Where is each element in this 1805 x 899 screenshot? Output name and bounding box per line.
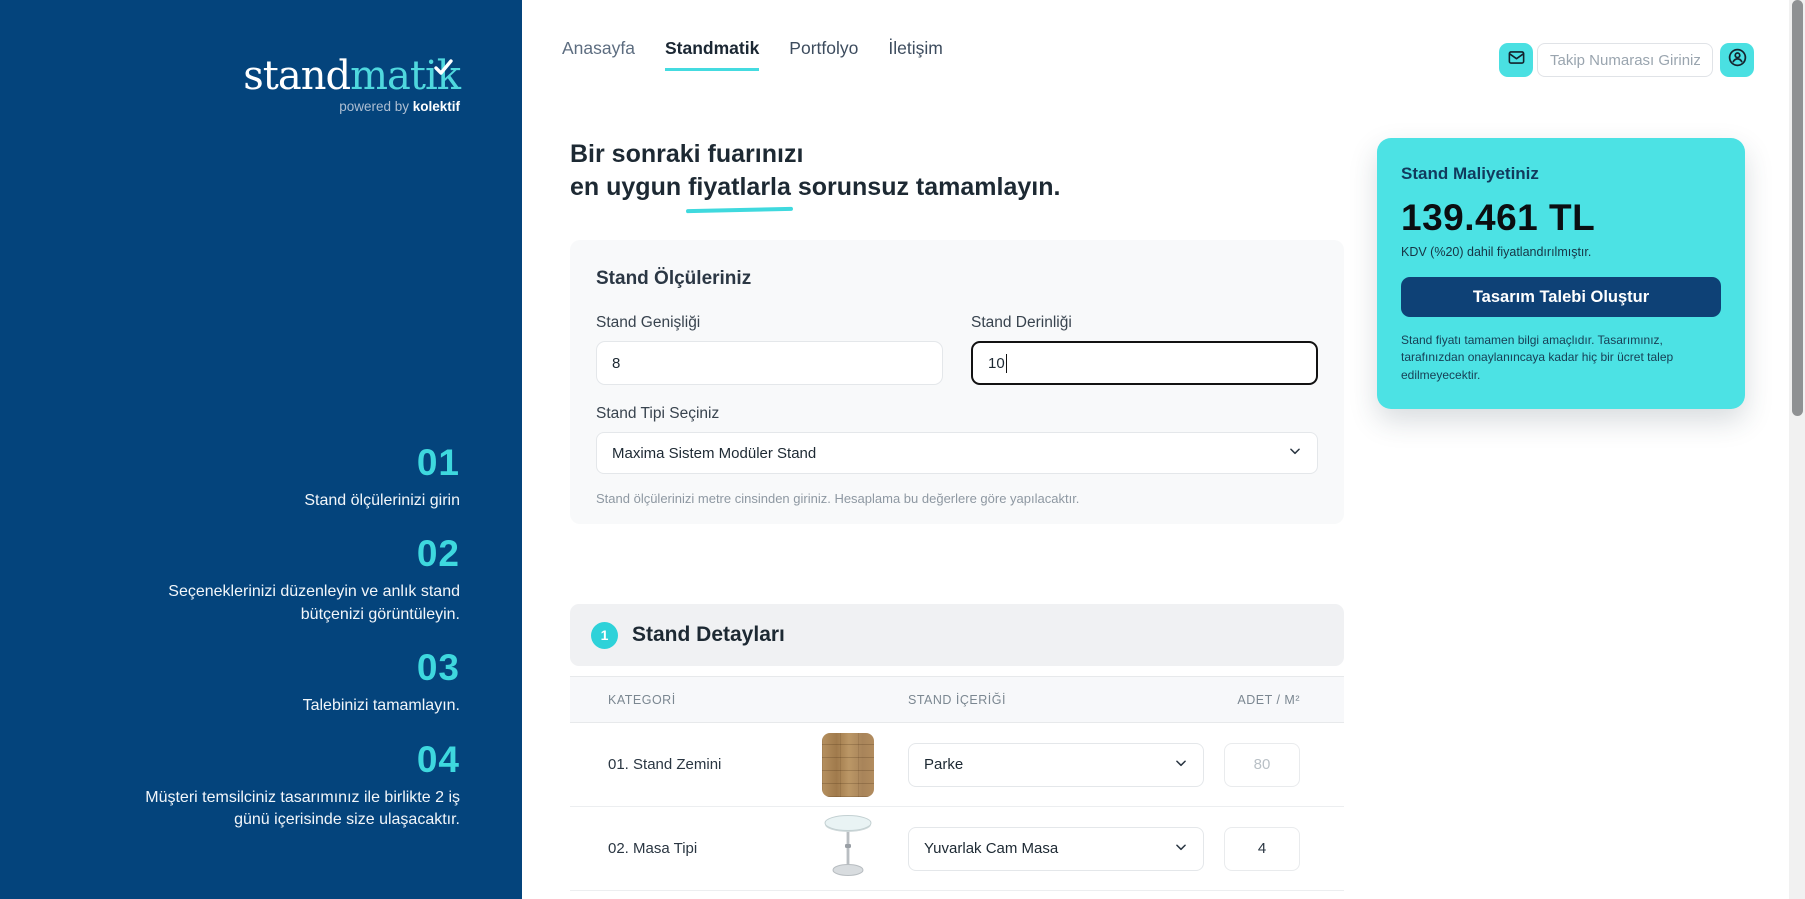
measurements-help-text: Stand ölçülerinizi metre cinsinden girin… — [596, 491, 1080, 506]
column-stand-icerigi: STAND İÇERİĞİ — [908, 692, 1006, 707]
step-3-number: 03 — [416, 647, 460, 689]
table-row-masa-tipi: 02. Masa Tipi Yuvarlak Cam Masa 4 — [570, 807, 1344, 891]
stand-type-value: Maxima Sistem Modüler Stand — [612, 444, 817, 462]
nav-item-portfolyo[interactable]: Portfolyo — [789, 38, 858, 68]
stand-zemini-select[interactable]: Parke — [908, 742, 1204, 787]
standmatik-page: standmatik powered by kolektif 01 Stand … — [0, 0, 1805, 899]
details-header: 1 Stand Detayları — [570, 604, 1344, 666]
step-2-text: Seçeneklerinizi düzenleyin ve anlık stan… — [168, 583, 460, 623]
column-kategori: KATEGORİ — [608, 692, 676, 707]
logo-check-icon — [434, 43, 454, 83]
cost-vat-note: KDV (%20) dahil fiyatlandırılmıştır. — [1401, 245, 1592, 259]
width-value: 8 — [612, 354, 621, 372]
cost-amount: 139.461 TL — [1401, 197, 1596, 238]
hero-line2-suffix: sorunsuz tamamlayın. — [790, 173, 1061, 201]
stand-type-select[interactable]: Maxima Sistem Modüler Stand — [596, 432, 1318, 474]
step-1-number: 01 — [416, 442, 460, 483]
envelope-icon — [1507, 48, 1526, 72]
measurements-panel: Stand Ölçüleriniz Stand Genişliği 8 Stan… — [570, 240, 1344, 524]
text-cursor — [1005, 353, 1008, 373]
masa-tipi-value: Yuvarlak Cam Masa — [924, 840, 1059, 857]
stand-type-label: Stand Tipi Seçiniz — [596, 405, 720, 422]
hero-line2-prefix: en uygun — [570, 173, 689, 201]
chevron-down-icon — [1174, 840, 1188, 858]
width-label: Stand Genişliği — [596, 314, 701, 331]
depth-label: Stand Derinliği — [971, 314, 1072, 331]
nav-item-anasayfa[interactable]: Anasayfa — [562, 38, 635, 68]
cost-panel: Stand Maliyetiniz 139.461 TL KDV (%20) d… — [1377, 138, 1745, 409]
depth-value: 10 — [988, 354, 1005, 372]
account-circle-icon — [1727, 47, 1748, 73]
page-scrollbar-track[interactable] — [1789, 0, 1805, 899]
step-2-number: 02 — [416, 533, 460, 575]
stand-zemini-value: Parke — [924, 756, 964, 773]
brand-tagline: powered by kolektif — [243, 99, 460, 114]
stand-zemini-qty-input[interactable]: 80 — [1224, 742, 1300, 787]
create-design-request-button[interactable]: Tasarım Talebi Oluştur — [1401, 277, 1721, 317]
table-row-stand-zemini: 01. Stand Zemini Parke 80 — [570, 723, 1344, 807]
mail-button[interactable] — [1499, 43, 1533, 77]
step-4-number: 04 — [416, 738, 460, 780]
main-nav: Anasayfa Standmatik Portfolyo İletişim — [562, 38, 943, 71]
masa-tipi-select[interactable]: Yuvarlak Cam Masa — [908, 826, 1204, 871]
page-scrollbar-thumb[interactable] — [1792, 0, 1803, 416]
cost-title: Stand Maliyetiniz — [1401, 164, 1539, 183]
chevron-down-icon — [1288, 444, 1302, 462]
row-category: 01. Stand Zemini — [608, 756, 722, 773]
depth-input[interactable]: 10 — [971, 341, 1318, 385]
step-1-text: Stand ölçülerinizi girin — [304, 492, 460, 509]
width-input[interactable]: 8 — [596, 341, 943, 385]
details-title: Stand Detayları — [632, 623, 785, 646]
step-badge: 1 — [591, 621, 618, 649]
hero-highlight: fiyatlarla — [688, 171, 791, 204]
nav-item-iletisim[interactable]: İletişim — [888, 38, 942, 68]
stand-details-panel: 1 Stand Detayları KATEGORİ STAND İÇERİĞİ… — [570, 604, 1344, 891]
tagline-prefix: powered by — [339, 99, 413, 114]
hero-line1: Bir sonraki fuarınızı — [570, 140, 804, 168]
column-adet-m2: ADET / M² — [1237, 692, 1300, 707]
parquet-wood-thumbnail — [822, 732, 874, 797]
account-button[interactable] — [1720, 43, 1754, 77]
tagline-brand: kolektif — [412, 99, 460, 114]
brand-name-primary: stand — [243, 53, 351, 99]
step-4-text: Müşteri temsilciniz tasarımınız ile birl… — [145, 788, 460, 828]
step-3-text: Talebinizi tamamlayın. — [302, 697, 460, 715]
tracking-number-input[interactable] — [1537, 43, 1713, 77]
glass-round-table-thumbnail — [822, 814, 874, 883]
steps-list: 01 Stand ölçülerinizi girin 02 Seçenekle… — [130, 444, 460, 854]
row-category: 02. Masa Tipi — [608, 840, 698, 857]
details-column-headers: KATEGORİ STAND İÇERİĞİ ADET / M² — [570, 676, 1344, 723]
sidebar: standmatik powered by kolektif 01 Stand … — [0, 0, 522, 899]
nav-item-standmatik[interactable]: Standmatik — [664, 38, 760, 71]
chevron-down-icon — [1174, 756, 1188, 774]
brand-wordmark: standmatik — [243, 53, 461, 99]
brand-logo[interactable]: standmatik powered by kolektif — [243, 53, 461, 114]
hero-heading: Bir sonraki fuarınızı en uygun fiyatlarl… — [570, 138, 1060, 204]
measurements-title: Stand Ölçüleriniz — [596, 268, 752, 289]
masa-tipi-qty-input[interactable]: 4 — [1224, 826, 1300, 871]
cost-disclaimer: Stand fiyatı tamamen bilgi amaçlıdır. Ta… — [1401, 333, 1674, 382]
